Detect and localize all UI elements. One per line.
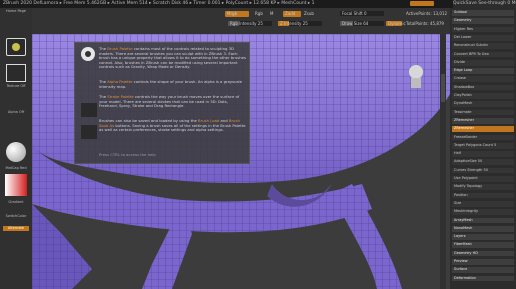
tool-palette-item[interactable]: Use Polypaint [452,176,514,182]
m-label[interactable]: M [270,11,273,16]
top-toolbar: Mrgb Rgb M Zadd Zsub Rgb Intensity 25 Z … [0,8,516,34]
title-bar: ZBrush 2020 DefLamora ▸ Free Mem 5.462GB… [0,0,516,8]
tool-palette-item[interactable]: ClayPolish [452,93,514,99]
tool-palette-item[interactable]: Del Lower [452,34,514,41]
tool-palette-item[interactable]: Divide [452,59,514,66]
tool-palette-item[interactable]: MeshIntegrity [452,209,514,215]
alpha-off-label: Alpha Off [7,110,25,114]
tool-palette-item[interactable]: Layers [452,234,514,240]
tool-palette-item[interactable]: Size [452,200,514,207]
help-footer: Press CTRL to access the help [99,152,156,157]
switch-color-label[interactable]: SwitchColor [2,214,30,218]
title-right-text: QuickSave See-through 0 Menus DefaultZSc… [453,0,516,8]
z-intensity-label: Z Intensity 25 [280,21,308,26]
alternate-label: Alternate [7,226,25,230]
tool-palette-item[interactable]: Preview [452,259,514,265]
rgb-label[interactable]: Rgb [255,11,263,16]
tool-palette-item[interactable]: Edge Loop [452,68,514,74]
tool-palette-item[interactable]: Deformation [452,275,514,282]
gradient-label[interactable]: Gradient [2,200,30,204]
tool-palette-item[interactable]: Target Polygons Count 5 [452,142,514,149]
help-paragraph-save: Brushes can also be saved and loaded by … [99,118,246,133]
tool-palette-item[interactable]: FiberMesh [452,242,514,249]
dynamic-label: Dynamic [388,21,406,26]
tool-palette-item[interactable]: Modify Topology [452,184,514,191]
total-points-label: TotalPoints: 45,879 [406,21,444,26]
canvas-viewport[interactable]: The Brush Palette contains most of the c… [32,34,450,289]
quicksave-button[interactable] [410,1,434,6]
left-shelf: Home Page Texture Off Alpha Off MatCap R… [0,8,32,289]
tool-palette-item[interactable]: Reconstruct Subdiv [452,43,514,49]
stroke-thumbnail [81,125,97,139]
texture-off-label: Texture Off [6,84,26,88]
active-points-label: ActivePoints: 13,012 [406,11,448,16]
tool-palette-item[interactable]: NanoMesh [452,225,514,232]
tool-palette-item[interactable]: ZRemesher [452,117,514,124]
tool-palette-item[interactable]: Geometry [452,18,514,25]
help-paragraph-alpha: The Alpha Palette controls the shape of … [99,79,242,89]
draw-size-label: Draw Size 64 [342,21,369,26]
tool-palette-item[interactable]: Surface [452,267,514,274]
tool-palette-item[interactable]: Position [452,192,514,199]
material-label: MatCap Red [5,166,27,170]
brush-dots-icon [12,43,20,51]
tool-palette-item[interactable]: AdaptiveSize 50 [452,159,514,166]
tool-palette-item[interactable]: Crease [452,76,514,83]
zbrush-logo-icon [81,47,95,61]
focal-shift-label: Focal Shift 0 [342,11,367,16]
mrgb-label: Mrgb [227,11,238,16]
home-page-label[interactable]: Home Page [2,9,30,13]
help-paragraph-brush: The Brush Palette contains most of the c… [99,46,246,70]
tool-palette-item[interactable]: Higher Res [452,26,514,33]
tool-palette-item[interactable]: Curves Strength 50 [452,167,514,174]
rgb-intensity-label: Rgb Intensity 25 [230,21,263,26]
help-popup: The Brush Palette contains most of the c… [74,42,250,164]
tool-palette-item[interactable]: FreezeBorder [452,134,514,141]
brush-thumbnail [81,103,97,117]
tool-palette-item[interactable]: Tessimate [452,109,514,116]
tool-palette-item[interactable]: ZRemesher [452,126,514,132]
stroke-slot[interactable] [6,64,26,82]
tool-palette-item[interactable]: ShadowBox [452,84,514,91]
right-tool-palette: Subtool Geometry Higher Res Del Lower Recons… [450,8,516,289]
tool-palette-item[interactable]: Convert BPR To Geo [452,51,514,58]
zsub-label[interactable]: Zsub [304,11,314,16]
title-text: ZBrush 2020 DefLamora ▸ Free Mem 5.462GB… [3,1,315,6]
tool-palette-item[interactable]: ArrayMesh [452,217,514,224]
zadd-label: Zadd [285,11,296,16]
tool-palette-item[interactable]: Half [452,151,514,157]
brush-slot[interactable] [6,38,26,56]
tool-palette-item[interactable]: DynaMesh [452,101,514,108]
color-picker[interactable] [5,174,27,196]
help-paragraph-stroke: The Stroke Palette controls the way your… [99,94,240,109]
tool-palette-item[interactable]: Subtool [452,10,514,16]
tool-palette-item[interactable]: Geometry HD [452,250,514,257]
material-sphere[interactable] [6,142,26,162]
